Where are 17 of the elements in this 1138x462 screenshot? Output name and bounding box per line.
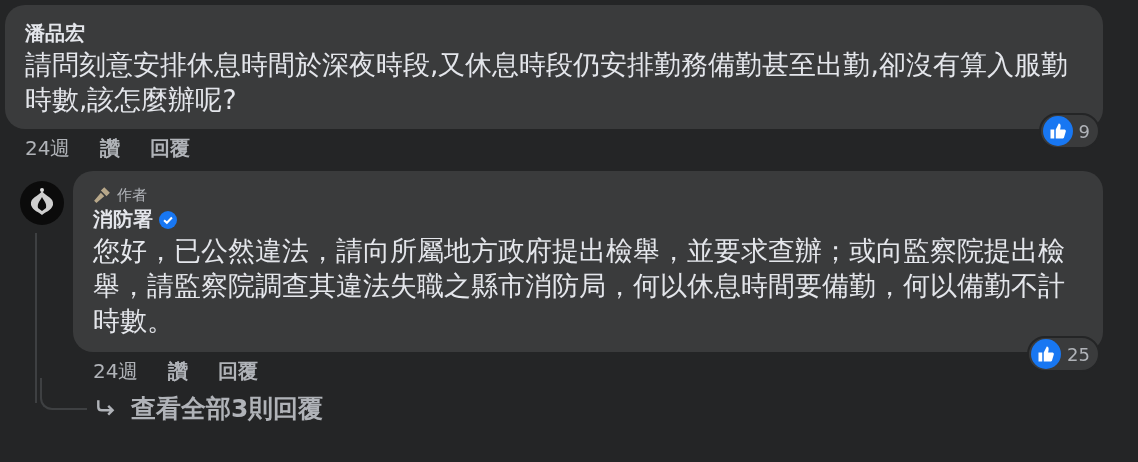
view-replies-link[interactable]: 查看全部3則回覆 [131, 391, 324, 425]
reaction-count[interactable]: 25 [1027, 336, 1100, 372]
thread-curve [40, 378, 87, 410]
like-link[interactable]: 讚 [168, 357, 189, 385]
timestamp[interactable]: 24週 [25, 134, 71, 162]
reply-link[interactable]: 回覆 [218, 357, 259, 385]
reaction-count[interactable]: 9 [1038, 113, 1100, 149]
thumbs-up-icon [1031, 339, 1062, 369]
commenter-name[interactable]: 潘品宏 [25, 20, 85, 47]
author-label: 作者 [117, 185, 147, 205]
comment-text: 您好，已公然違法，請向所屬地方政府提出檢舉，並要求查辦；或向監察院提出檢 舉，請監察院調查其違法失職之縣市消防局，何以休息時間要備勤，何以備勤不計 時數。 [93, 234, 1066, 338]
thumbs-up-icon [1042, 116, 1073, 146]
reply-link[interactable]: 回覆 [150, 134, 191, 162]
commenter-name[interactable]: 消防署 [93, 206, 153, 233]
like-link[interactable]: 讚 [100, 134, 121, 162]
timestamp[interactable]: 24週 [93, 357, 139, 385]
avatar-emblem-icon[interactable] [20, 181, 64, 225]
